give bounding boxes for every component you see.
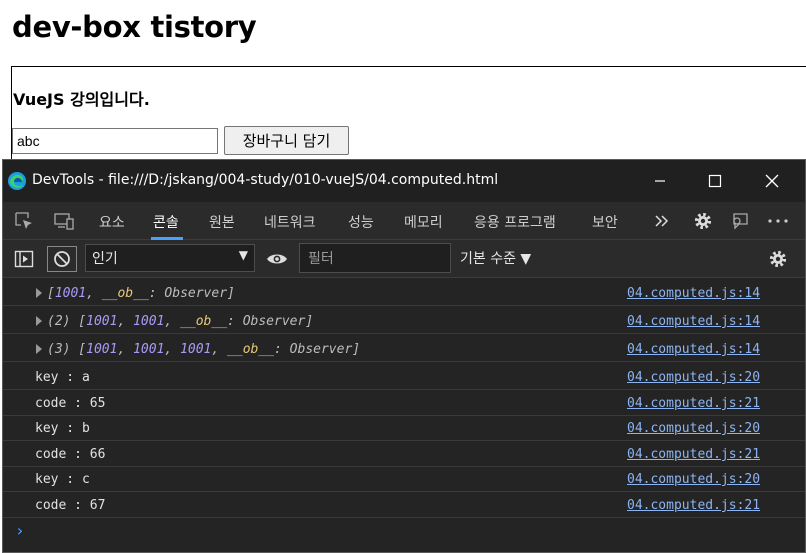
tab-application[interactable]: 응용 프로그램 [474, 212, 556, 232]
sidebar-toggle-icon[interactable] [13, 249, 35, 269]
minimize-icon[interactable] [645, 168, 675, 194]
expand-arrow-icon[interactable] [36, 288, 42, 298]
device-emulation-icon[interactable] [53, 211, 75, 231]
source-link[interactable]: 04.computed.js:14 [627, 314, 760, 329]
log-message: code : 65 [35, 396, 106, 411]
console-row: key : c 04.computed.js:20 [3, 467, 805, 492]
settings-gear-icon[interactable] [692, 211, 714, 231]
devtools-titlebar: DevTools - file:///D:/jskang/004-study/0… [3, 160, 805, 202]
source-link[interactable]: 04.computed.js:21 [627, 447, 760, 462]
page-title: dev-box tistory [12, 10, 257, 44]
console-prompt-icon[interactable]: › [15, 521, 25, 540]
log-message: key : c [35, 472, 90, 487]
tab-memory[interactable]: 메모리 [404, 212, 443, 232]
log-message: key : b [35, 421, 90, 436]
source-link[interactable]: 04.computed.js:14 [627, 286, 760, 301]
console-row: code : 67 04.computed.js:21 [3, 493, 805, 518]
more-tabs-icon[interactable] [651, 211, 673, 231]
source-link[interactable]: 04.computed.js:21 [627, 396, 760, 411]
console-row: [1001, __ob__: Observer] 04.computed.js:… [3, 281, 805, 306]
console-settings-gear-icon[interactable] [767, 249, 789, 269]
feedback-icon[interactable] [729, 211, 751, 231]
live-expression-eye-icon[interactable] [266, 249, 288, 269]
console-row: code : 66 04.computed.js:21 [3, 442, 805, 467]
text-input[interactable] [12, 128, 218, 154]
maximize-icon[interactable] [700, 168, 730, 194]
log-message: code : 66 [35, 447, 106, 462]
course-heading: VueJS 강의입니다. [13, 90, 150, 109]
add-to-cart-button[interactable]: 장바구니 담기 [224, 126, 349, 155]
object-preview[interactable]: (3) [1001, 1001, 1001, __ob__: Observer] [47, 342, 360, 357]
console-output: [1001, __ob__: Observer] 04.computed.js:… [3, 278, 805, 552]
tab-console[interactable]: 콘솔 [153, 212, 179, 232]
log-message: key : a [35, 370, 90, 385]
context-select[interactable]: 인기 ▼ [85, 244, 255, 272]
console-row: code : 65 04.computed.js:21 [3, 391, 805, 416]
console-row: (2) [1001, 1001, __ob__: Observer] 04.co… [3, 309, 805, 334]
expand-arrow-icon[interactable] [36, 344, 42, 354]
tab-elements[interactable]: 요소 [99, 212, 125, 232]
tab-performance[interactable]: 성능 [348, 212, 374, 232]
more-options-icon[interactable] [767, 211, 789, 231]
console-row: key : a 04.computed.js:20 [3, 365, 805, 390]
object-preview[interactable]: [1001, __ob__: Observer] [47, 286, 235, 301]
context-select-label: 인기 [92, 251, 118, 267]
devtools-window: DevTools - file:///D:/jskang/004-study/0… [2, 159, 806, 553]
tab-network[interactable]: 네트워크 [264, 212, 316, 232]
log-level-select[interactable]: 기본 수준 ▼ [460, 248, 531, 268]
source-link[interactable]: 04.computed.js:20 [627, 472, 760, 487]
console-toolbar: 인기 ▼ 필터 기본 수준 ▼ [3, 240, 805, 278]
window-title: DevTools - file:///D:/jskang/004-study/0… [32, 172, 499, 188]
tab-security[interactable]: 보안 [592, 212, 618, 232]
console-row: key : b 04.computed.js:20 [3, 416, 805, 441]
console-row: (3) [1001, 1001, 1001, __ob__: Observer]… [3, 337, 805, 362]
chevron-down-icon: ▼ [238, 248, 248, 262]
close-icon[interactable] [757, 168, 787, 194]
filter-input[interactable]: 필터 [299, 243, 451, 273]
tab-sources[interactable]: 원본 [209, 212, 235, 232]
source-link[interactable]: 04.computed.js:14 [627, 342, 760, 357]
source-link[interactable]: 04.computed.js:20 [627, 421, 760, 436]
source-link[interactable]: 04.computed.js:20 [627, 370, 760, 385]
expand-arrow-icon[interactable] [36, 316, 42, 326]
object-preview[interactable]: (2) [1001, 1001, __ob__: Observer] [47, 314, 313, 329]
log-message: code : 67 [35, 498, 106, 513]
source-link[interactable]: 04.computed.js:21 [627, 498, 760, 513]
devtools-tabbar: 요소 콘솔 원본 네트워크 성능 메모리 응용 프로그램 보안 [3, 202, 805, 240]
clear-console-icon[interactable] [47, 246, 77, 272]
inspect-element-icon[interactable] [13, 211, 35, 231]
edge-logo-icon [8, 172, 26, 190]
